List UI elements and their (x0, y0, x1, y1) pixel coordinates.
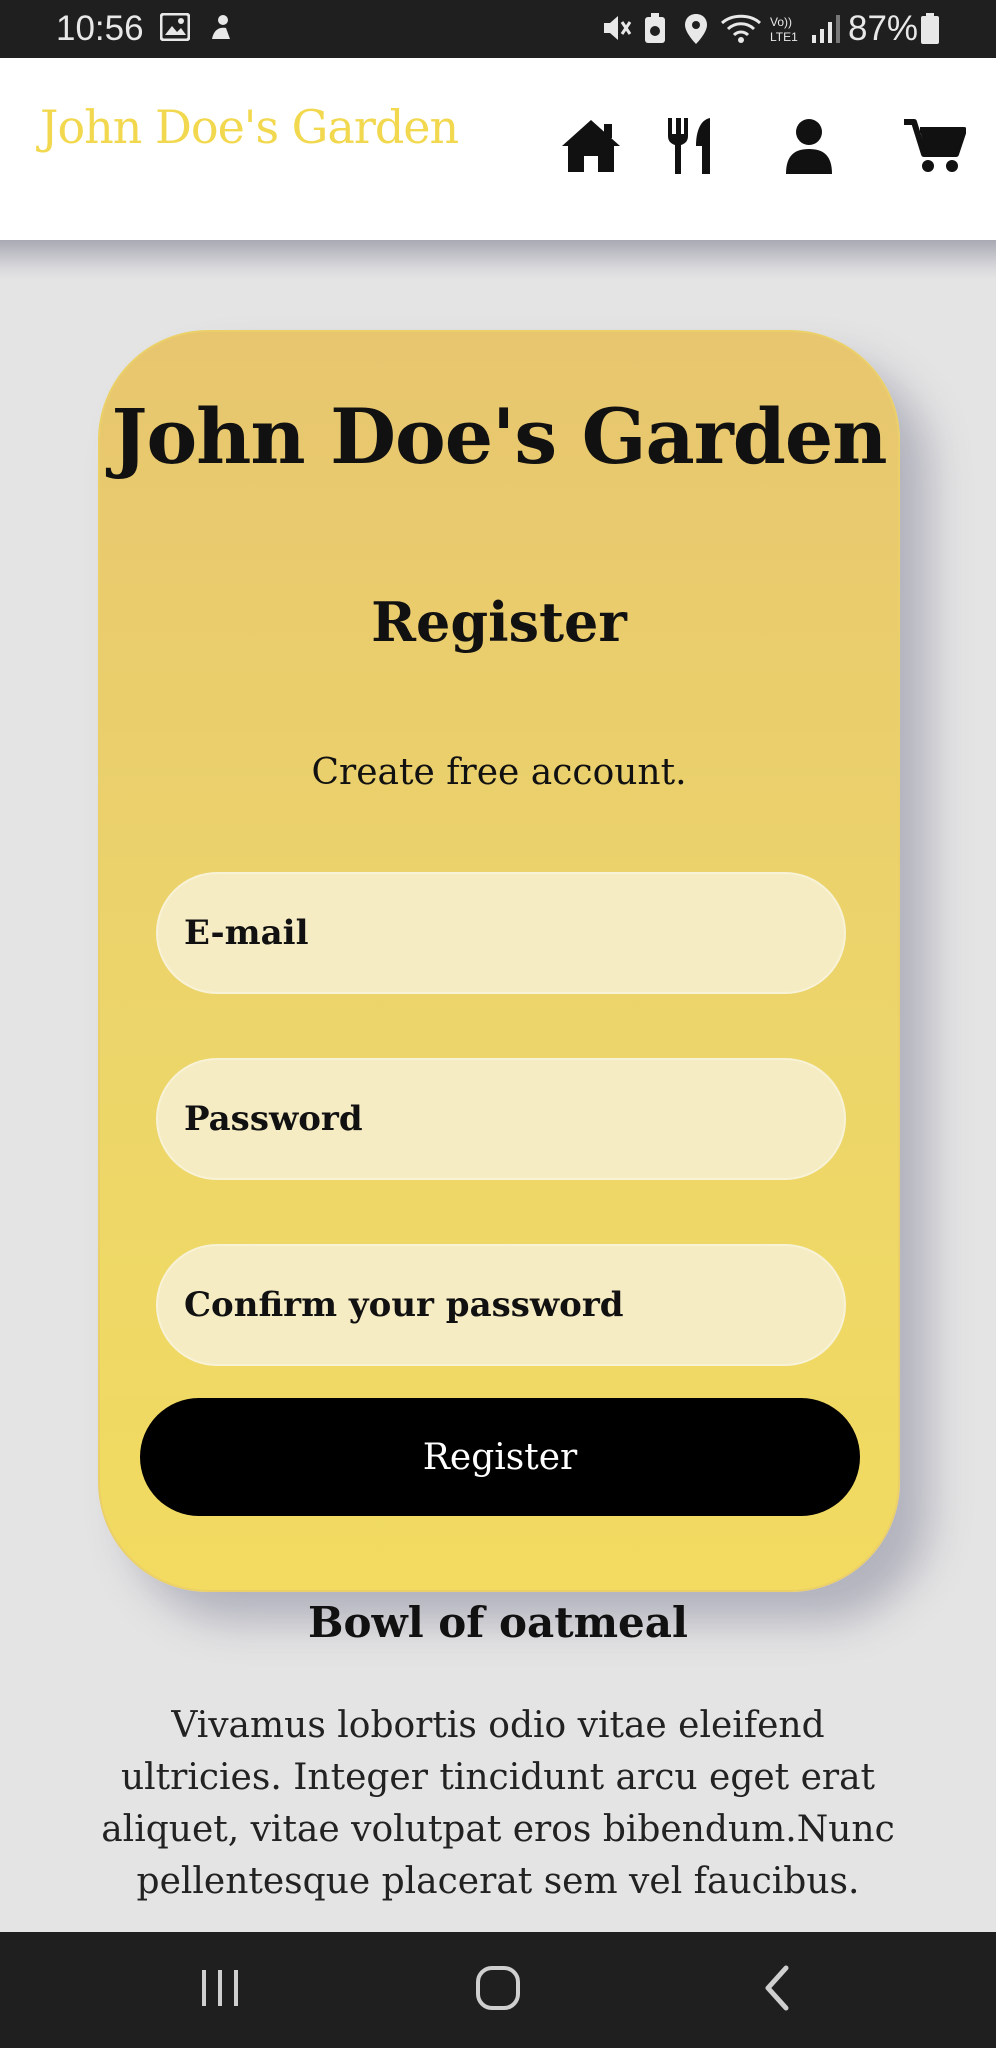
mute-icon (604, 16, 632, 40)
back-icon[interactable] (760, 1964, 794, 2012)
recents-icon[interactable] (198, 1964, 242, 2012)
register-heading: Register (371, 590, 627, 654)
battery-percent: 87% (848, 9, 919, 48)
item-title: Bowl of oatmeal (308, 1598, 688, 1647)
utensils-icon[interactable] (664, 118, 716, 174)
wifi-icon (720, 14, 762, 43)
battery-icon (921, 13, 939, 44)
cart-icon[interactable] (904, 118, 966, 174)
home-icon[interactable] (560, 118, 622, 174)
image-icon (160, 13, 190, 41)
password-field[interactable] (156, 1058, 846, 1180)
signal-icon (812, 15, 840, 43)
register-subtitle: Create free account. (311, 752, 687, 793)
svg-text:Vo)): Vo)) (770, 15, 792, 29)
assistant-icon (212, 15, 230, 39)
screen: 10:56 Vo)) LTE1 87% John Doe's Garden Jo… (0, 0, 996, 2048)
system-nav-bar (0, 1932, 996, 2048)
status-bar: 10:56 Vo)) LTE1 87% (0, 0, 996, 58)
app-header: John Doe's Garden (0, 58, 996, 240)
user-icon[interactable] (784, 118, 834, 174)
email-field[interactable] (156, 872, 846, 994)
home-circle-icon[interactable] (474, 1964, 522, 2012)
volte-icon: Vo)) LTE1 (770, 15, 798, 44)
register-button[interactable]: Register (140, 1398, 860, 1516)
item-description: Vivamus lobortis odio vitae eleifend ult… (101, 1705, 895, 1902)
brand-logo-text[interactable]: John Doe's Garden (40, 100, 459, 154)
status-time: 10:56 (56, 9, 144, 48)
svg-text:LTE1: LTE1 (770, 30, 798, 44)
battery-saver-icon (645, 13, 665, 43)
location-icon (685, 14, 707, 44)
register-card: John Doe's Garden Register Create free a… (98, 330, 900, 1592)
header-shadow-band (0, 240, 996, 280)
card-title: John Doe's Garden (111, 392, 887, 481)
confirm-password-field[interactable] (156, 1244, 846, 1366)
